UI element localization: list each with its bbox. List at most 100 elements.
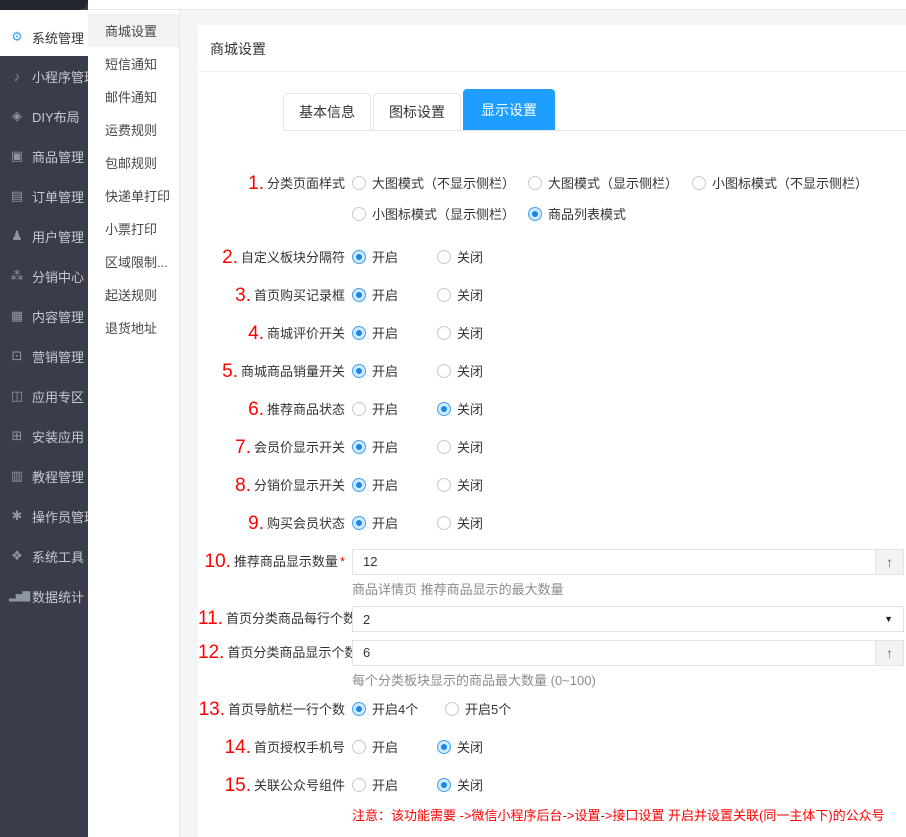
row-number-annotation: 7. <box>235 437 251 458</box>
sidebar-item-app-zone[interactable]: ◫应用专区 <box>0 376 88 416</box>
radio-group: 开启关闭 <box>352 473 906 496</box>
radio-option[interactable]: 关闭 <box>437 473 483 496</box>
form-row-distribution-price-switch: 8.分销价显示开关开启关闭 <box>198 473 906 497</box>
book-icon: ▥ <box>9 468 25 484</box>
tab-display-settings[interactable]: 显示设置 <box>463 89 555 130</box>
radio-option[interactable]: 开启 <box>352 511 437 534</box>
row-label-buy-member-status: 9.购买会员状态 <box>198 511 352 535</box>
sidebar-item-label: 系统工具 <box>32 547 84 566</box>
radio-option[interactable]: 开启5个 <box>445 697 538 720</box>
radio-option[interactable]: 小图标模式（显示侧栏） <box>352 202 528 225</box>
radio-option[interactable]: 开启 <box>352 735 437 758</box>
submenu-item-region-limit[interactable]: 区域限制... <box>88 245 179 278</box>
home-category-per-row-select[interactable]: 2▼ <box>352 606 904 632</box>
sidebar-item-orders[interactable]: ▤订单管理 <box>0 176 88 216</box>
sidebar-item-users[interactable]: ♟用户管理 <box>0 216 88 256</box>
radio-option[interactable]: 开启 <box>352 473 437 496</box>
radio-option[interactable]: 关闭 <box>437 283 483 306</box>
radio-option[interactable]: 小图标模式（不显示侧栏） <box>692 171 906 194</box>
submenu-item-email-notify[interactable]: 邮件通知 <box>88 80 179 113</box>
sidebar-item-install-apps[interactable]: ⊞安装应用 <box>0 416 88 456</box>
sidebar-item-label: 系统管理 <box>32 28 84 47</box>
row-number-annotation: 12. <box>198 642 224 663</box>
primary-sidebar: ⚙系统管理♪小程序管理◈DIY布局▣商品管理▤订单管理♟用户管理⁂分销中心▦内容… <box>0 0 88 837</box>
radio-option[interactable]: 关闭 <box>437 735 483 758</box>
sidebar-item-miniprogram[interactable]: ♪小程序管理 <box>0 56 88 96</box>
radio-option[interactable]: 开启 <box>352 359 437 382</box>
radio-option[interactable]: 开启4个 <box>352 697 445 720</box>
main-area: 商城设置 基本信息图标设置显示设置 1.分类页面样式大图模式（不显示侧栏）大图模… <box>180 0 906 837</box>
row-content-custom-block-divider: 开启关闭 <box>352 245 906 268</box>
radio-option[interactable]: 商品列表模式 <box>528 202 626 225</box>
submenu-item-shipping-rules[interactable]: 运费规则 <box>88 113 179 146</box>
radio-option-label: 关闭 <box>457 361 483 380</box>
row-content-home-purchase-record: 开启关闭 <box>352 283 906 306</box>
sidebar-item-system[interactable]: ⚙系统管理 <box>0 18 88 56</box>
sidebar-gap <box>0 10 88 18</box>
field-label: 分销价显示开关 <box>254 478 345 493</box>
submenu-item-sms-notify[interactable]: 短信通知 <box>88 47 179 80</box>
sidebar-item-content[interactable]: ▦内容管理 <box>0 296 88 336</box>
sidebar-item-diy-layout[interactable]: ◈DIY布局 <box>0 96 88 136</box>
submenu-item-receipt-print[interactable]: 小票打印 <box>88 212 179 245</box>
tools-icon: ❖ <box>9 548 25 564</box>
radio-unchecked-icon <box>692 176 706 190</box>
sidebar-item-marketing[interactable]: ⊡营销管理 <box>0 336 88 376</box>
radio-option-label: 大图模式（显示侧栏） <box>548 173 678 192</box>
radio-unchecked-icon <box>437 326 451 340</box>
radio-option[interactable]: 大图模式（不显示侧栏） <box>352 171 528 194</box>
radio-option[interactable]: 关闭 <box>437 359 483 382</box>
radio-checked-icon <box>437 778 451 792</box>
radio-group: 开启关闭 <box>352 397 906 420</box>
radio-option[interactable]: 大图模式（显示侧栏） <box>528 171 692 194</box>
radio-option[interactable]: 关闭 <box>437 435 483 458</box>
radio-option[interactable]: 关闭 <box>437 321 483 344</box>
radio-group: 开启关闭 <box>352 245 906 268</box>
radio-unchecked-icon <box>437 478 451 492</box>
warning-note: 注意：该功能需要 ->微信小程序后台->设置->接口设置 开启并设置关联(同一主… <box>352 805 906 824</box>
submenu-item-free-shipping[interactable]: 包邮规则 <box>88 146 179 179</box>
spinner-up-button[interactable]: ↑ <box>875 550 903 574</box>
radio-option[interactable]: 开启 <box>352 397 437 420</box>
tab-icon-settings[interactable]: 图标设置 <box>373 93 461 130</box>
sidebar-item-operators[interactable]: ✱操作员管理 <box>0 496 88 536</box>
sidebar-item-tools[interactable]: ❖ 系统工具 <box>0 536 88 576</box>
logo-block <box>0 0 88 10</box>
row-content-official-account-component: 开启关闭注意：该功能需要 ->微信小程序后台->设置->接口设置 开启并设置关联… <box>352 773 906 824</box>
sidebar-item-distribution[interactable]: ⁂分销中心 <box>0 256 88 296</box>
tab-basic-info[interactable]: 基本信息 <box>283 93 371 130</box>
radio-option[interactable]: 关闭 <box>437 397 483 420</box>
submenu-item-min-order-rules[interactable]: 起送规则 <box>88 278 179 311</box>
goods-bag-icon: ▣ <box>9 148 25 164</box>
spinner-up-button[interactable]: ↑ <box>875 641 903 665</box>
radio-unchecked-icon <box>528 176 542 190</box>
radio-checked-icon <box>352 250 366 264</box>
top-strip <box>88 0 906 10</box>
radio-checked-icon <box>352 478 366 492</box>
radio-option[interactable]: 关闭 <box>437 773 483 796</box>
recommend-goods-count-input[interactable]: 12 <box>353 550 875 574</box>
radio-option[interactable]: 关闭 <box>437 245 483 268</box>
radio-option[interactable]: 开启 <box>352 283 437 306</box>
submenu-item-return-address[interactable]: 退货地址 <box>88 311 179 344</box>
row-label-home-auth-phone: 14.首页授权手机号 <box>198 735 352 759</box>
sidebar-item-tutorials[interactable]: ▥教程管理 <box>0 456 88 496</box>
submenu-item-express-print[interactable]: 快递单打印 <box>88 179 179 212</box>
radio-option[interactable]: 开启 <box>352 321 437 344</box>
home-category-count-input[interactable]: 6 <box>353 641 875 665</box>
row-label-official-account-component: 15.关联公众号组件 <box>198 773 352 797</box>
field-label: 首页导航栏一行个数 <box>228 702 345 717</box>
radio-option[interactable]: 开启 <box>352 773 437 796</box>
radio-group: 开启关闭 <box>352 283 906 306</box>
submenu-item-mall-settings[interactable]: 商城设置 <box>88 14 179 47</box>
form-row-recommend-goods-count: 10.推荐商品显示数量*12↑商品详情页 推荐商品显示的最大数量 <box>198 549 906 598</box>
radio-option[interactable]: 开启 <box>352 245 437 268</box>
radio-option[interactable]: 关闭 <box>437 511 483 534</box>
form-row-member-price-switch: 7.会员价显示开关开启关闭 <box>198 435 906 459</box>
sidebar-item-statistics[interactable]: ▂▅▇数据统计 <box>0 576 88 616</box>
radio-checked-icon <box>437 402 451 416</box>
row-content-category-page-style: 大图模式（不显示侧栏） 大图模式（显示侧栏） 小图标模式（不显示侧栏） 小图标模式（显… <box>352 171 906 233</box>
sidebar-item-goods[interactable]: ▣商品管理 <box>0 136 88 176</box>
row-number-annotation: 4. <box>248 323 264 344</box>
radio-option[interactable]: 开启 <box>352 435 437 458</box>
